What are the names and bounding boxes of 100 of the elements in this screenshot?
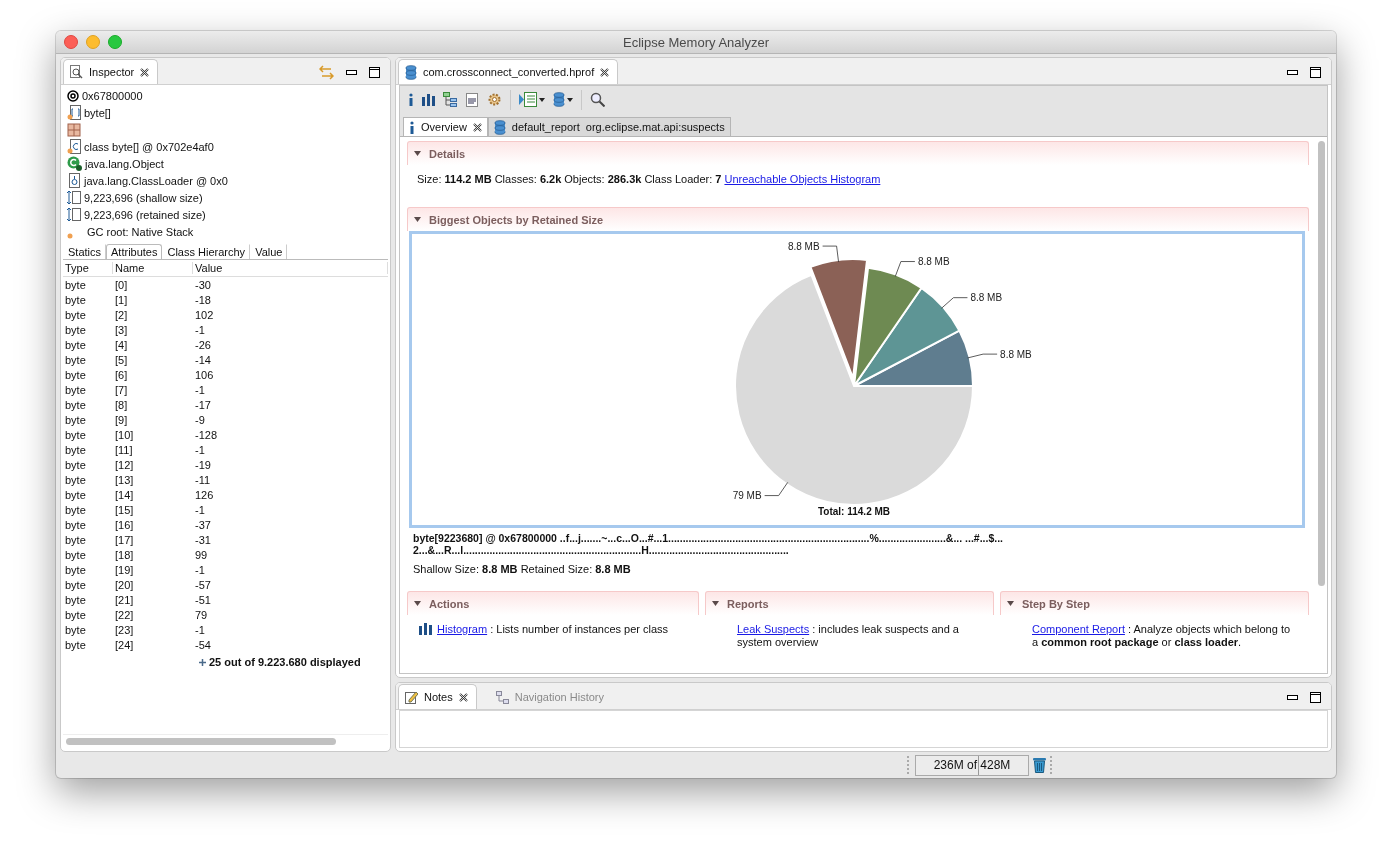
leader-line [941,297,968,309]
minimize-icon[interactable] [1287,69,1298,75]
close-icon[interactable] [458,692,468,702]
inspector-subtab[interactable]: Attributes [106,244,163,259]
tree-icon[interactable] [443,92,457,107]
table-cell-text: byte [64,518,87,531]
table-cell-text: byte [64,563,87,576]
heap-status: 236M of 428M [915,754,1029,776]
table-cell-text: [3] [114,323,129,336]
section-header[interactable]: Actions [407,591,699,615]
run-report-dropdown[interactable] [519,92,545,107]
action-link[interactable]: Histogram [437,623,488,635]
database-gear-dropdown[interactable] [553,92,573,107]
action-link[interactable]: Component Report [1032,623,1125,635]
minimize-icon[interactable] [346,69,357,75]
maximize-icon[interactable] [369,66,380,78]
column-header[interactable]: Name [113,262,193,274]
table-cell-text: -54 [194,638,212,651]
inspector-subtab[interactable]: Class Hierarchy [162,244,251,259]
collapse-triangle-icon[interactable] [712,601,719,606]
search-icon[interactable] [590,92,605,107]
table-cell-text: [7] [114,383,129,396]
inspector-info-text: class byte[] @ 0x702e4af0 [84,140,214,153]
close-icon[interactable] [472,122,482,132]
table-cell-text: byte [64,338,87,351]
close-window-button[interactable] [64,35,78,49]
table-cell-text: [19] [114,563,135,576]
trash-icon[interactable] [1033,757,1046,773]
table-cell-text: -1 [194,503,206,516]
table-cell-text: -57 [194,578,212,591]
column-header[interactable]: Type [63,262,113,274]
table-cell-text: [11] [114,443,134,456]
inspector-info-text: GC root: Native Stack [87,225,194,238]
table-cell-text: byte [64,578,87,591]
column-header[interactable]: Value [193,262,388,274]
section-header[interactable]: Step By Step [1000,591,1309,615]
collapse-triangle-icon[interactable] [1007,601,1014,606]
table-cell-text: -37 [194,518,212,531]
minimize-icon[interactable] [1287,694,1298,700]
table-cell-text: byte [64,413,87,426]
table-cell-text: -1 [194,383,206,396]
dropdown-arrow-icon[interactable] [539,97,545,102]
info-icon[interactable] [408,93,414,106]
table-cell-text: [13] [114,473,135,486]
chart-total: Total: 114.2 MB [817,506,891,517]
table-cell-text: [16] [114,518,135,531]
section-header[interactable]: Biggest Objects by Retained Size [407,207,1309,231]
class-badge-icon [67,156,82,171]
info-icon[interactable] [409,120,415,134]
table-cell-text: byte [64,638,87,651]
scrollbar-thumb[interactable] [1317,141,1325,586]
maximize-icon[interactable] [1310,66,1321,78]
inspector-info-text: byte[] [84,106,111,119]
close-icon[interactable] [600,67,610,77]
bar-chart-icon[interactable] [422,93,435,106]
table-cell-text: -26 [194,338,212,351]
size-file-icon [67,190,81,205]
table-cell-text: -1 [194,443,206,456]
table-cell-text: byte [64,488,87,501]
table-cell-text: [1] [114,293,129,306]
section-header[interactable]: Reports [705,591,994,615]
table-cell-text: [20] [114,578,135,591]
editor-tab[interactable]: com.crossconnect_converted.hprof [398,59,619,84]
gear-icon[interactable] [487,92,502,107]
report-tab[interactable]: Overview [403,117,488,136]
heap-details-text: Size: 114.2 MB Classes: 6.2k Objects: 286.3k Class Loader: 7 Unreachable Objects Histogram [416,172,882,187]
table-cell-text: [2] [114,308,129,321]
scrollbar-thumb[interactable] [66,737,336,745]
size-file-icon [67,207,81,222]
dropdown-arrow-icon[interactable] [567,97,573,102]
collapse-triangle-icon[interactable] [414,601,421,606]
close-icon[interactable] [140,67,150,77]
table-cell-text: -14 [194,353,212,366]
table-cell-text: -1 [194,563,206,576]
table-cell-text: byte [64,398,87,411]
table-cell-text: 106 [194,368,215,381]
table-cell-text: -1 [194,323,206,336]
inspector-subtab[interactable]: Value [250,244,288,259]
collapse-triangle-icon[interactable] [414,217,421,222]
slice-label: 8.8 MB [787,240,820,252]
inspector-tab[interactable]: Inspector [63,59,159,84]
array-file-icon [67,105,81,120]
table-cell-text: [24] [114,638,135,651]
histogram-link[interactable]: Unreachable Objects Histogram [724,173,881,185]
table-cell-text: 79 [194,608,209,621]
report-tab[interactable]: default_report org.eclipse.mat.api:suspects [487,117,731,136]
inspector-info-text: 9,223,696 (shallow size) [84,191,203,204]
query-document-icon[interactable] [465,92,479,107]
table-cell-text: -18 [194,293,212,306]
plus-icon[interactable] [199,658,206,666]
action-description: Histogram : Lists number of instances per class [437,623,669,636]
table-cell-text: 99 [194,548,209,561]
slice-label: 79 MB [732,490,762,502]
maximize-icon[interactable] [1310,691,1321,703]
table-cell-text: [6] [114,368,129,381]
database-icon [493,119,506,135]
section-header[interactable]: Details [407,141,1309,165]
collapse-triangle-icon[interactable] [414,151,421,156]
view-tab[interactable]: Notes [398,684,477,709]
action-link[interactable]: Leak Suspects [737,623,810,635]
